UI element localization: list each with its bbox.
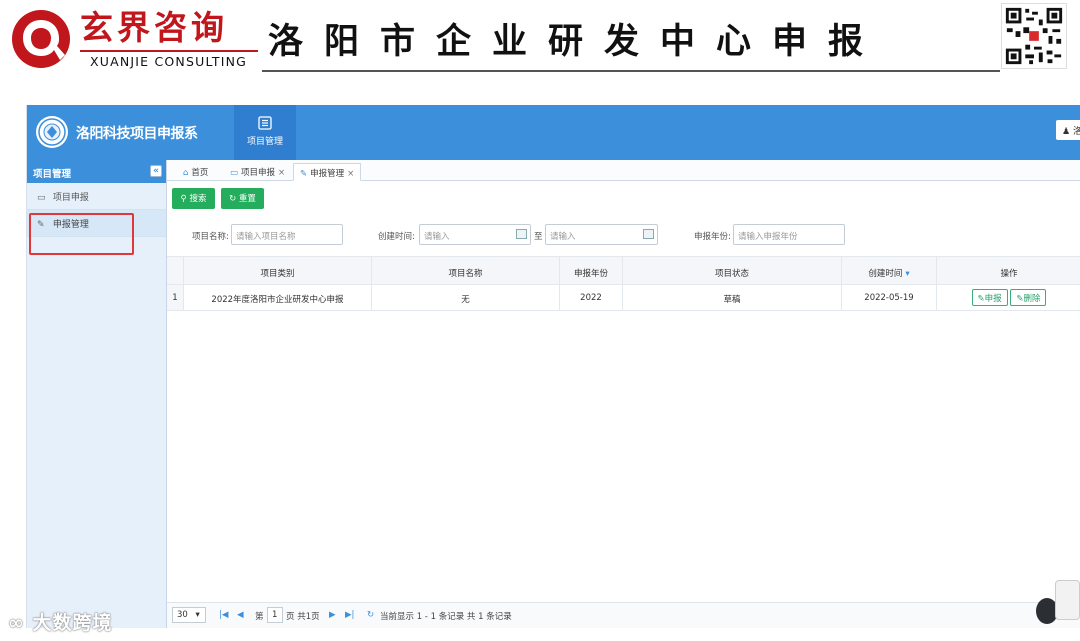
watermark: ∞ 大数跨境	[8, 608, 112, 635]
created-end-input[interactable]: 请输入	[545, 224, 658, 245]
prev-page-icon[interactable]: ◀	[237, 610, 244, 620]
nav-module-label: 项目管理	[246, 137, 283, 147]
page-size-select[interactable]: 30 ▾	[172, 607, 206, 623]
calendar-icon[interactable]	[643, 229, 654, 239]
brand-name-en: XUANJIE CONSULTING	[90, 54, 248, 69]
app-title: 洛阳科技项目申报系	[76, 126, 198, 142]
created-time-label: 创建时间:	[378, 232, 415, 242]
user-icon: ♟	[1062, 127, 1071, 137]
last-page-icon[interactable]: ▶|	[345, 610, 354, 620]
chevron-down-icon: ▾	[195, 610, 200, 620]
highlight-annotation	[29, 213, 134, 255]
headline-underline	[262, 70, 1000, 72]
created-end-placeholder: 请输入	[550, 232, 576, 242]
tab-home[interactable]: ⌂ 首页	[177, 163, 214, 181]
user-menu[interactable]: ♟ 洛	[1056, 120, 1080, 140]
tab-apply-management[interactable]: ✎ 申报管理 ×	[293, 163, 362, 181]
page-label-post: 页 共1页	[286, 612, 320, 622]
table-row[interactable]: 1 2022年度洛阳市企业研发中心申报 无 2022 草稿 2022-05-19…	[167, 285, 1080, 311]
home-icon: ⌂	[183, 168, 189, 178]
laptop-icon: ▭	[37, 193, 46, 203]
cell-category: 2022年度洛阳市企业研发中心申报	[184, 285, 372, 310]
brand-logo-icon	[12, 10, 70, 68]
close-icon[interactable]: ×	[347, 169, 354, 179]
user-name: 洛	[1073, 127, 1080, 137]
column-header[interactable]: 项目名称	[372, 257, 560, 284]
data-table: 项目类别 项目名称 申报年份 项目状态 创建时间 ▾ 操作 1 2022年度洛阳市…	[167, 256, 1080, 311]
search-button[interactable]: ⚲ 搜索	[172, 188, 215, 209]
delete-button-label: 删除	[1023, 294, 1041, 304]
tab-label: 项目申报	[241, 168, 276, 178]
app-header: 洛阳科技项目申报系 项目管理 ♟ 洛	[27, 105, 1080, 160]
calendar-icon[interactable]	[516, 229, 527, 239]
pencil-icon: ✎	[300, 169, 308, 179]
qr-code-icon	[1001, 3, 1067, 69]
edit-icon: ✎	[977, 294, 985, 304]
date-range-separator: 至	[534, 232, 543, 242]
search-icon: ⚲	[180, 194, 187, 204]
tab-label: 申报管理	[310, 169, 345, 179]
row-number: 1	[167, 285, 184, 310]
search-button-label: 搜索	[189, 194, 207, 204]
refresh-icon[interactable]: ↻	[367, 610, 374, 620]
laptop-icon: ▭	[230, 168, 239, 178]
record-summary: 当前显示 1 - 1 条记录 共 1 条记录	[380, 612, 512, 622]
pagination-bar: 30 ▾ |◀ ◀ 第 1 页 共1页 ▶ ▶| ↻ 当前显示 1 - 1 条记…	[167, 602, 1080, 628]
apply-year-label: 申报年份:	[694, 232, 731, 242]
column-header-created[interactable]: 创建时间 ▾	[842, 257, 937, 284]
apply-year-input[interactable]: 请输入申报年份	[733, 224, 845, 245]
sidebar-item-label: 项目申报	[52, 193, 89, 203]
created-start-placeholder: 请输入	[424, 232, 450, 242]
cell-status: 草稿	[623, 285, 842, 310]
cell-actions: ✎申报 ✎删除	[937, 285, 1080, 310]
cell-created: 2022-05-19	[842, 285, 937, 310]
app-window: 洛阳科技项目申报系 项目管理 ♟ 洛 项目管理 « ▭ 项目申报 ✎ 申报管理	[26, 105, 1080, 628]
brand-underline	[80, 50, 258, 52]
created-start-input[interactable]: 请输入	[419, 224, 531, 245]
column-header-label: 创建时间	[868, 269, 903, 279]
close-icon[interactable]: ×	[278, 168, 285, 178]
list-icon	[258, 116, 272, 130]
reset-button-label: 重置	[238, 194, 256, 204]
brand-name-cn: 玄界咨询	[80, 8, 228, 47]
project-name-label: 项目名称:	[192, 232, 229, 242]
system-emblem-icon	[36, 116, 68, 148]
apply-button-label: 申报	[984, 294, 1002, 304]
page-label-pre: 第	[255, 612, 264, 622]
collapse-sidebar-icon[interactable]: «	[150, 165, 162, 177]
column-header[interactable]: 项目类别	[184, 257, 372, 284]
reset-button[interactable]: ↻ 重置	[221, 188, 264, 209]
sidebar-item-project-apply[interactable]: ▭ 项目申报	[27, 183, 166, 210]
first-page-icon[interactable]: |◀	[219, 610, 228, 620]
watermark-text: 大数跨境	[32, 612, 113, 634]
tab-label: 首页	[191, 168, 209, 178]
filter-bar: 项目名称: 请输入项目名称 创建时间: 请输入 至 请输入 申报年份: 请输入申…	[167, 219, 1080, 249]
banner-headline: 洛阳市企业研发中心申报	[268, 22, 885, 62]
row-number-header	[167, 257, 184, 284]
page-number-input[interactable]: 1	[267, 607, 283, 623]
infinity-logo-icon: ∞	[8, 612, 25, 634]
table-header: 项目类别 项目名称 申报年份 项目状态 创建时间 ▾ 操作	[167, 256, 1080, 285]
sort-desc-icon: ▾	[905, 269, 910, 279]
main-content: ⌂ 首页 ▭ 项目申报 × ✎ 申报管理 × ⚲ 搜索 ↻ 重置 项目名称: 请输入项目名…	[167, 160, 1080, 628]
tab-project-apply[interactable]: ▭ 项目申报 ×	[224, 163, 291, 181]
promo-banner: 玄界咨询 XUANJIE CONSULTING 洛阳市企业研发中心申报	[0, 0, 1080, 78]
delete-button[interactable]: ✎删除	[1010, 289, 1047, 306]
cell-year: 2022	[560, 285, 623, 310]
cell-name: 无	[372, 285, 560, 310]
next-page-icon[interactable]: ▶	[329, 610, 336, 620]
floating-gift-icon[interactable]	[1055, 580, 1080, 620]
sidebar-heading-label: 项目管理	[33, 169, 72, 180]
apply-button[interactable]: ✎申报	[971, 289, 1008, 306]
column-header[interactable]: 项目状态	[623, 257, 842, 284]
sidebar-heading: 项目管理 «	[27, 160, 166, 183]
column-header[interactable]: 申报年份	[560, 257, 623, 284]
tab-bar: ⌂ 首页 ▭ 项目申报 × ✎ 申报管理 ×	[167, 160, 1080, 181]
project-name-input[interactable]: 请输入项目名称	[231, 224, 343, 245]
refresh-icon: ↻	[229, 194, 237, 204]
page-size-value: 30	[177, 610, 188, 620]
nav-project-management[interactable]: 项目管理	[234, 105, 296, 160]
column-header: 操作	[1000, 269, 1018, 279]
